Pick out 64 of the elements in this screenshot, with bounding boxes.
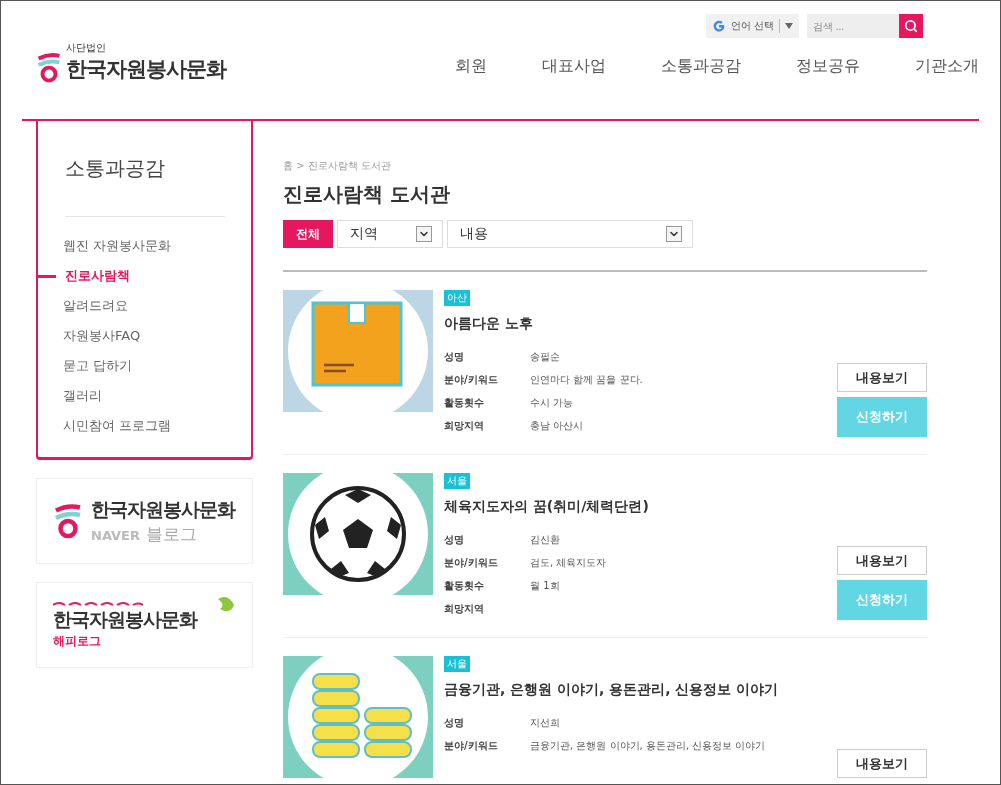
breadcrumb: 홈 > 진로사람책 도서관	[283, 159, 392, 173]
logo-caption: 사단법인	[66, 41, 107, 55]
field-value: 금융기관, 은행원 이야기, 용돈관리, 신용정보 이야기	[530, 738, 766, 753]
field-value: 지선희	[530, 715, 560, 730]
book-title: 체육지도자의 꿈(취미/체력단련)	[444, 498, 650, 516]
field-label: 활동횟수	[444, 578, 485, 593]
sidebar-item[interactable]: 진로사람책	[36, 261, 251, 291]
nav-link[interactable]: 소통과공감	[661, 56, 741, 77]
search-icon	[904, 19, 918, 33]
view-button[interactable]: 내용보기	[837, 546, 927, 575]
field-label: 분야/키워드	[444, 555, 499, 570]
region-tag: 서울	[444, 473, 470, 489]
language-selector[interactable]: 언어 선택	[705, 14, 799, 38]
all-filter-button[interactable]: 전체	[283, 220, 333, 248]
wave-line-icon	[53, 600, 143, 607]
happylog-banner[interactable]: 한국자원봉사문화 해피로그	[36, 582, 253, 668]
field-value: 송필순	[530, 349, 560, 364]
field-label: 분야/키워드	[444, 738, 499, 753]
banner-title: 한국자원봉사문화	[53, 606, 197, 632]
field-label: 희망지역	[444, 418, 485, 433]
field-label: 성명	[444, 532, 465, 547]
region-tag: 서울	[444, 656, 470, 672]
page-heading: 진로사람책 도서관	[283, 181, 451, 208]
view-button[interactable]: 내용보기	[837, 363, 927, 392]
sidebar-item[interactable]: 알려드려요	[36, 291, 251, 321]
field-label: 성명	[444, 715, 465, 730]
field-value: 검도, 체육지도자	[530, 555, 607, 570]
logo-icon	[36, 51, 62, 83]
logo-name: 한국자원봉사문화	[66, 56, 226, 83]
search-field[interactable]: 검색 ...	[807, 14, 899, 38]
region-dropdown[interactable]: 지역	[337, 220, 443, 248]
nav-link[interactable]: 기관소개	[915, 56, 979, 77]
sidebar-item[interactable]: 시민참여 프로그램	[36, 411, 251, 441]
book-title: 아름다운 노후	[444, 315, 534, 333]
field-label: 활동횟수	[444, 395, 485, 410]
caret-icon	[785, 23, 793, 29]
sidebar-item[interactable]: 웹진 자원봉사문화	[36, 231, 251, 261]
field-value: 충남 아산시	[530, 418, 584, 433]
book-title: 금융기관, 은행원 이야기, 용돈관리, 신용정보 이야기	[444, 681, 780, 699]
view-button[interactable]: 내용보기	[837, 749, 927, 778]
region-tag: 아산	[444, 290, 470, 306]
logo-icon	[53, 503, 83, 539]
sidebar-title: 소통과공감	[64, 155, 166, 182]
nav-link[interactable]: 회원	[455, 56, 487, 77]
field-value: 수시 가능	[530, 395, 574, 410]
happylog-label: 해피로그	[53, 632, 102, 650]
field-value: 인연마다 함께 꿈을 꾼다.	[530, 372, 643, 387]
nav-link[interactable]: 정보공유	[796, 56, 860, 77]
search-button[interactable]	[899, 14, 923, 38]
sidebar-item[interactable]: 갤러리	[36, 381, 251, 411]
naver-blog-banner[interactable]: 한국자원봉사문화 NAVER 블로그	[36, 478, 253, 564]
sidebar-item[interactable]: 묻고 답하기	[36, 351, 251, 381]
naver-label: NAVER	[91, 527, 140, 543]
google-g-icon	[711, 19, 726, 33]
banner-title: 한국자원봉사문화	[91, 496, 235, 522]
sidebar-item[interactable]: 자원봉사FAQ	[36, 321, 251, 351]
field-label: 성명	[444, 349, 465, 364]
nav-link[interactable]: 대표사업	[542, 56, 606, 77]
field-label: 희망지역	[444, 601, 485, 616]
blog-label: 블로그	[146, 522, 197, 546]
field-value: 김신환	[530, 532, 560, 547]
field-label: 분야/키워드	[444, 372, 499, 387]
field-value: 월 1회	[530, 578, 560, 593]
content-dropdown[interactable]: 내용	[447, 220, 693, 248]
